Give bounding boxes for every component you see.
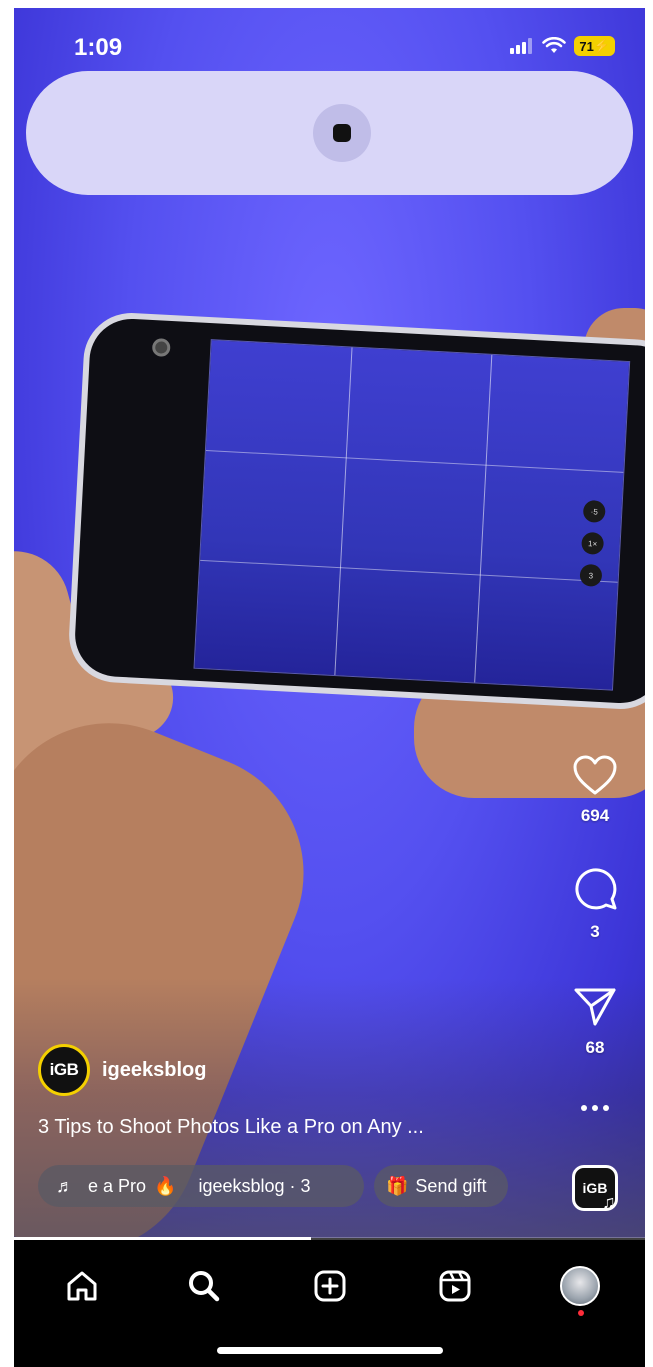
charging-icon: ⚡ [593,38,610,53]
send-gift-button[interactable]: 🎁 Send gift [374,1165,508,1207]
nav-search[interactable] [174,1256,234,1316]
share-action[interactable]: 68 [565,986,625,1058]
nav-reels[interactable] [425,1256,485,1316]
nav-home[interactable] [52,1256,112,1316]
status-time: 1:09 [74,34,123,61]
profile-avatar [560,1266,600,1306]
battery-level: 71 [579,38,594,54]
home-indicator[interactable] [217,1347,443,1354]
stop-icon [333,124,351,142]
share-count: 68 [585,1038,605,1057]
audio-chip[interactable]: ♬ e a Pro 🔥 igeeksblog · 3 [38,1165,364,1207]
home-icon [67,1271,97,1301]
video-phone-camera [151,338,171,357]
audio-thumbnail-note-icon: ♫ [602,1192,616,1212]
author-avatar[interactable]: iGB [38,1044,90,1096]
post-caption[interactable]: 3 Tips to Shoot Photos Like a Pro on Any… [38,1116,424,1139]
gift-icon: 🎁 [386,1175,409,1196]
like-count: 694 [580,806,610,825]
more-icon[interactable] [580,1104,610,1112]
more-options-button[interactable] [565,1104,625,1112]
reels-screen: ·5 1× 3 1:09 71 ⚡ 694 3 68 iGB igeeksblo… [14,8,645,1367]
music-note-icon: ♬ [56,1175,74,1196]
video-phone: ·5 1× 3 [66,310,645,712]
like-action[interactable]: 694 [565,754,625,826]
screen-recording-island[interactable] [26,71,633,195]
create-post-icon [314,1270,346,1302]
signal-icon [510,38,533,54]
nav-create[interactable] [300,1256,360,1316]
heart-icon[interactable] [572,754,618,796]
audio-artist: igeeksblog · 3 [198,1175,311,1196]
comment-count: 3 [590,922,600,941]
send-gift-label: Send gift [415,1175,487,1196]
notification-dot [578,1310,584,1316]
wifi-icon [542,37,567,53]
battery-indicator: 71 ⚡ [574,36,615,56]
reels-icon [439,1270,471,1302]
send-icon[interactable] [573,986,617,1028]
video-phone-viewfinder: ·5 1× 3 [193,339,631,691]
search-icon [189,1271,220,1302]
stop-recording-button[interactable] [313,104,371,162]
fire-icon: 🔥 [154,1175,177,1196]
audio-title: e a Pro [88,1175,147,1196]
comment-icon[interactable] [572,866,618,912]
status-icons: 71 ⚡ [510,36,615,56]
comment-action[interactable]: 3 [565,866,625,942]
author-username[interactable]: igeeksblog [102,1059,206,1082]
nav-profile[interactable] [550,1256,610,1316]
post-author[interactable]: iGB igeeksblog [38,1044,206,1096]
